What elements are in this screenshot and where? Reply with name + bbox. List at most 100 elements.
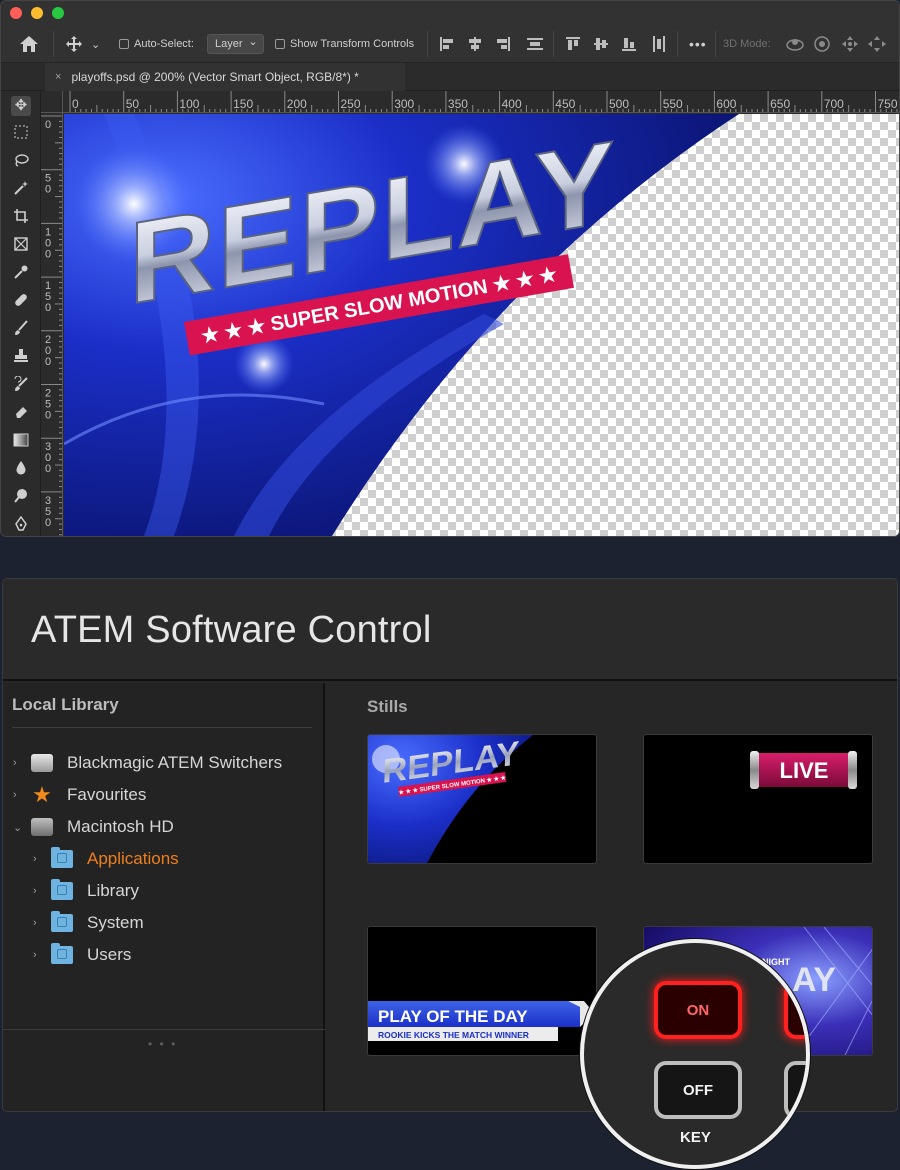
library-folder-icon bbox=[51, 879, 73, 900]
system-folder-icon bbox=[51, 911, 73, 932]
chevron-right-icon[interactable]: › bbox=[33, 949, 45, 961]
tree-item-label: System bbox=[87, 913, 144, 932]
key-on-label: ON bbox=[686, 1001, 710, 1019]
document-tab-title: playoffs.psd @ 200% (Vector Smart Object… bbox=[71, 70, 359, 84]
align-left-icon[interactable] bbox=[439, 36, 455, 52]
still-thumbnail-play-of-the-day[interactable]: PLAY OF THE DAY ROOKIE KICKS THE MATCH W… bbox=[367, 926, 597, 1056]
still-potd-sub: ROOKIE KICKS THE MATCH WINNER bbox=[378, 1030, 529, 1040]
options-bar: ⌄ Auto-Select: Layer Show Transform Cont… bbox=[1, 25, 899, 63]
show-transform-checkbox[interactable]: Show Transform Controls bbox=[275, 25, 414, 63]
vertical-ruler[interactable]: 050100150200250300350400 bbox=[41, 113, 63, 536]
history-brush-icon[interactable] bbox=[11, 375, 31, 396]
align-bottom-icon[interactable] bbox=[621, 36, 637, 52]
dodge-tool-icon[interactable] bbox=[11, 488, 31, 508]
ruler-h-label: 0 bbox=[72, 97, 79, 111]
ruler-h-label: 550 bbox=[663, 97, 683, 111]
ruler-h-label: 300 bbox=[394, 97, 414, 111]
more-options-button[interactable]: ••• bbox=[689, 25, 707, 63]
3d-slide-icon[interactable] bbox=[867, 25, 887, 63]
align-center-icon[interactable] bbox=[467, 36, 483, 52]
tree-item-label: Applications bbox=[87, 849, 179, 868]
local-library-panel: Local Library › Blackmagic ATEM Switcher… bbox=[3, 683, 325, 1111]
checkbox-box bbox=[275, 39, 285, 49]
align-right-icon[interactable] bbox=[495, 36, 511, 52]
move-tool-preset[interactable]: ⌄ bbox=[65, 25, 100, 63]
ruler-v-label: 0 bbox=[45, 517, 51, 529]
ruler-v-label: 0 bbox=[45, 410, 51, 422]
still-live-image: LIVE bbox=[750, 751, 857, 789]
tree-item-label: Library bbox=[87, 881, 139, 900]
distribute-vertical-icon[interactable] bbox=[527, 36, 543, 52]
tree-item-favourites[interactable]: › ★ Favourites bbox=[13, 783, 146, 807]
chevron-right-icon[interactable]: › bbox=[33, 853, 45, 865]
tree-item-library[interactable]: › Library bbox=[33, 879, 139, 903]
horizontal-ruler[interactable]: 0 50 100 150 200 250 300 350 400 450 500 550 600 650 7… bbox=[41, 91, 899, 113]
layer-dropdown[interactable]: Layer bbox=[207, 34, 264, 54]
key-off-button[interactable]: OFF bbox=[654, 1061, 742, 1119]
ruler-h-label: 400 bbox=[502, 97, 522, 111]
chevron-down-icon[interactable]: ⌄ bbox=[13, 821, 25, 834]
users-folder-icon bbox=[51, 943, 73, 964]
chevron-right-icon[interactable]: › bbox=[33, 917, 45, 929]
pen-tool-icon[interactable] bbox=[11, 515, 31, 536]
tree-item-switchers[interactable]: › Blackmagic ATEM Switchers bbox=[13, 751, 282, 775]
3d-pan-icon[interactable] bbox=[841, 25, 859, 63]
drive-icon bbox=[31, 754, 53, 772]
document-canvas[interactable]: REPLAY ★ ★ ★ SUPER SLOW MOTION ★ ★ ★ bbox=[64, 114, 899, 536]
chevron-right-icon[interactable]: › bbox=[13, 789, 25, 801]
home-button[interactable] bbox=[19, 25, 39, 63]
hard-drive-icon bbox=[31, 818, 53, 836]
applications-folder-icon bbox=[51, 847, 73, 868]
zoom-window-button[interactable] bbox=[52, 7, 64, 19]
tree-item-applications[interactable]: › Applications bbox=[33, 847, 179, 871]
blur-tool-icon[interactable] bbox=[11, 460, 31, 480]
ruler-h-label: 150 bbox=[233, 97, 253, 111]
tree-item-label: Favourites bbox=[67, 785, 147, 804]
key-label: KEY bbox=[680, 1129, 711, 1146]
stills-title: Stills bbox=[367, 697, 408, 716]
tree-item-users[interactable]: › Users bbox=[33, 943, 131, 967]
gradient-tool-icon[interactable] bbox=[11, 432, 31, 452]
ruler-origin[interactable] bbox=[41, 91, 63, 113]
distribute-horizontal-icon[interactable] bbox=[651, 36, 667, 52]
chevron-right-icon[interactable]: › bbox=[33, 885, 45, 897]
3d-orbit-icon[interactable] bbox=[785, 25, 805, 63]
magic-wand-icon[interactable] bbox=[11, 180, 31, 200]
healing-brush-icon[interactable] bbox=[11, 292, 31, 312]
ruler-v-label: 0 bbox=[45, 119, 51, 131]
atem-header: ATEM Software Control bbox=[3, 579, 897, 681]
still-thumbnail-replay[interactable]: REPLAY ★ ★ ★ SUPER SLOW MOTION ★ ★ ★ bbox=[367, 734, 597, 864]
3d-roll-icon[interactable] bbox=[813, 25, 831, 63]
move-tool-icon[interactable]: ✥ bbox=[11, 96, 31, 116]
close-window-button[interactable] bbox=[10, 7, 22, 19]
panel-resize-grip[interactable]: • • • bbox=[148, 1037, 177, 1051]
title-bar bbox=[1, 1, 899, 25]
tree-item-system[interactable]: › System bbox=[33, 911, 144, 935]
align-top-icon[interactable] bbox=[565, 36, 581, 52]
close-tab-icon[interactable]: × bbox=[55, 71, 61, 83]
tree-item-label: Users bbox=[87, 945, 132, 964]
brush-tool-icon[interactable] bbox=[11, 320, 31, 340]
lasso-tool-icon[interactable] bbox=[11, 152, 31, 172]
auto-select-checkbox[interactable]: Auto-Select: bbox=[119, 25, 194, 63]
stamp-tool-icon[interactable] bbox=[11, 348, 31, 368]
ruler-h-label: 100 bbox=[179, 97, 199, 111]
frame-tool-icon[interactable] bbox=[11, 236, 31, 256]
eraser-tool-icon[interactable] bbox=[11, 404, 31, 424]
ruler-v-label: 0 bbox=[45, 248, 51, 260]
key-on-button[interactable]: ON bbox=[654, 981, 742, 1039]
app-title: ATEM Software Control bbox=[31, 609, 432, 651]
document-tab[interactable]: × playoffs.psd @ 200% (Vector Smart Obje… bbox=[45, 63, 405, 91]
tree-item-macintosh-hd[interactable]: ⌄ Macintosh HD bbox=[13, 815, 174, 839]
crop-tool-icon[interactable] bbox=[11, 208, 31, 228]
still-replay-image: REPLAY ★ ★ ★ SUPER SLOW MOTION ★ ★ ★ bbox=[368, 735, 533, 863]
photoshop-window: ⌄ Auto-Select: Layer Show Transform Cont… bbox=[0, 0, 900, 537]
align-middle-icon[interactable] bbox=[593, 36, 609, 52]
still-thumbnail-live[interactable]: LIVE bbox=[643, 734, 873, 864]
tree-item-label: Blackmagic ATEM Switchers bbox=[67, 753, 283, 772]
vertical-ruler-ticks: 050100150200250300350400 bbox=[41, 115, 62, 536]
chevron-right-icon[interactable]: › bbox=[13, 757, 25, 769]
eyedropper-tool-icon[interactable] bbox=[11, 264, 31, 284]
marquee-tool-icon[interactable] bbox=[11, 124, 31, 144]
minimize-window-button[interactable] bbox=[31, 7, 43, 19]
